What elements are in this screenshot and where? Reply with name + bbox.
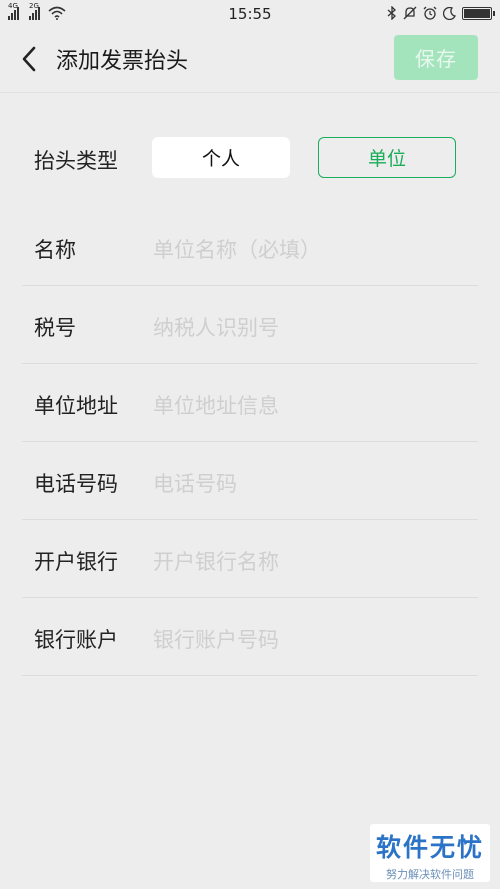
status-bar: 4G 2G 15:55 [0, 0, 500, 26]
phone-label: 电话号码 [34, 472, 118, 496]
battery-icon [462, 6, 495, 20]
back-button[interactable] [4, 26, 54, 92]
form-row-phone: 电话号码 电话号码 [0, 442, 500, 520]
type-option-company[interactable]: 单位 [318, 137, 456, 178]
account-label: 银行账户 [34, 628, 118, 652]
invoice-type-row: 抬头类型 个人 单位 [0, 128, 500, 188]
status-time: 15:55 [228, 5, 272, 23]
watermark-subtitle: 努力解决软件问题 [386, 868, 474, 881]
form-row-tax-id: 税号 纳税人识别号 [0, 286, 500, 364]
bank-input[interactable]: 开户银行名称 [153, 546, 463, 576]
address-input[interactable]: 单位地址信息 [153, 390, 463, 420]
account-input[interactable]: 银行账户号码 [153, 624, 463, 654]
form-row-account: 银行账户 银行账户号码 [0, 598, 500, 676]
name-input[interactable]: 单位名称（必填） [153, 234, 463, 264]
name-label: 名称 [34, 238, 76, 262]
row-divider [22, 675, 478, 676]
tax-id-input[interactable]: 纳税人识别号 [153, 312, 463, 342]
phone-input[interactable]: 电话号码 [153, 468, 463, 498]
header: 添加发票抬头 保存 [0, 26, 500, 92]
page-title: 添加发票抬头 [56, 49, 189, 74]
form-row-bank: 开户银行 开户银行名称 [0, 520, 500, 598]
bank-label: 开户银行 [34, 550, 118, 574]
watermark: 软件无忧 努力解决软件问题 [370, 824, 490, 882]
address-label: 单位地址 [34, 394, 118, 418]
save-button[interactable]: 保存 [394, 35, 478, 80]
header-divider [0, 92, 500, 93]
form-row-name: 名称 单位名称（必填） [0, 208, 500, 286]
watermark-title: 软件无忧 [375, 833, 484, 862]
tax-id-label: 税号 [34, 316, 76, 340]
invoice-type-label: 抬头类型 [34, 149, 118, 173]
form-row-address: 单位地址 单位地址信息 [0, 364, 500, 442]
chevron-left-icon [22, 46, 36, 72]
type-option-personal[interactable]: 个人 [152, 137, 290, 178]
